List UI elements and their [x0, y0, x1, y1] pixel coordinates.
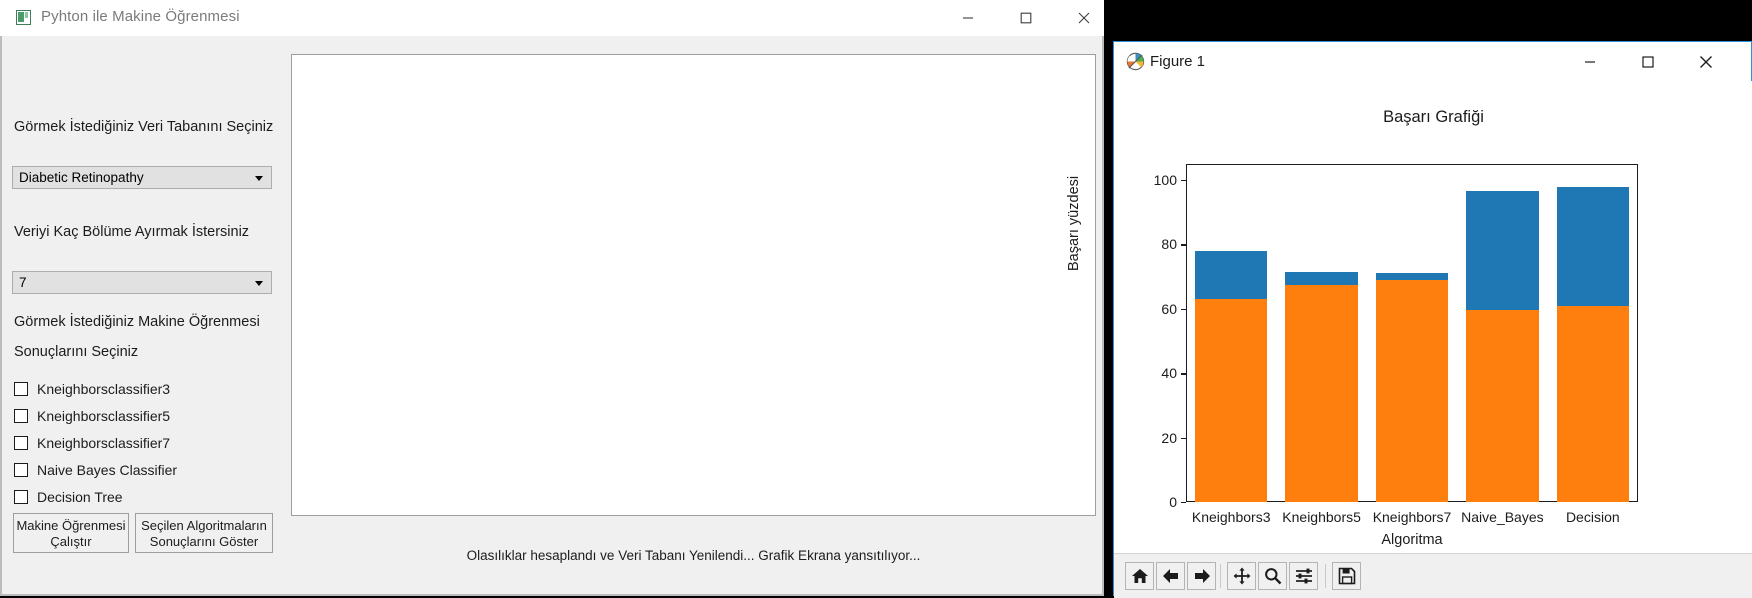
bar-segment-blue: [1466, 191, 1539, 311]
zoom-magnifier-icon[interactable]: [1258, 562, 1287, 590]
figure-maximize-button[interactable]: [1622, 42, 1674, 81]
bar-segment-orange: [1375, 279, 1449, 502]
y-tick-label: 0: [1169, 494, 1177, 510]
x-tick-label: Decision: [1565, 509, 1620, 525]
save-floppy-icon[interactable]: [1332, 562, 1361, 590]
chevron-down-icon: [255, 176, 263, 181]
y-tick-label: 20: [1161, 429, 1177, 446]
y-axis-label: Başarı yüzdesi: [1066, 175, 1082, 271]
bar-Kneighbors5: [1285, 271, 1358, 502]
bar-segment-blue: [1375, 273, 1449, 280]
checkbox-box: [14, 409, 28, 423]
checkbox-box: [14, 436, 28, 450]
bar-Decision: [1556, 186, 1629, 502]
run-button-label-line2: Çalıştır: [50, 534, 92, 549]
bar-segment-orange: [1285, 284, 1358, 502]
figure-close-button[interactable]: [1680, 42, 1732, 81]
status-message: Olasılıklar hesaplandı ve Veri Tabanı Ye…: [466, 548, 921, 563]
configure-sliders-icon[interactable]: [1289, 562, 1318, 590]
bar-segment-orange: [1556, 305, 1629, 502]
figure-titlebar: Figure 1: [1114, 42, 1751, 81]
figure-window-title: Figure 1: [1150, 53, 1206, 70]
run-button-label-line1: Makine Öğrenmesi: [16, 518, 126, 533]
y-tick-mark: [1181, 502, 1186, 504]
x-axis-label: Algoritma: [1381, 532, 1443, 548]
x-tick-label: Kneighbors5: [1282, 509, 1361, 525]
database-select[interactable]: Diabetic Retinopathy: [12, 166, 272, 189]
chart-title: Başarı Grafiği: [1383, 108, 1484, 126]
bar-segment-blue: [1285, 271, 1358, 285]
toolbar-separator: [1220, 564, 1221, 588]
bar-segment-orange: [1195, 299, 1268, 502]
y-tick-label: 60: [1161, 300, 1177, 317]
y-tick-mark: [1181, 308, 1186, 311]
x-tick-label: Kneighbors7: [1372, 509, 1452, 525]
main-application-window: Pyhton ile Makine Öğrenmesi Görmek İsted…: [0, 0, 1104, 596]
checkbox-label: Kneighborsclassifier3: [37, 381, 171, 397]
figure-canvas[interactable]: Başarı Grafiği 0 20 40 60 80 100 Kneighbors3 K…: [1066, 81, 1752, 553]
figure-minimize-button[interactable]: [1564, 42, 1616, 81]
bar-segment-orange: [1466, 310, 1539, 502]
checkbox-box: [14, 463, 28, 477]
figure-window: Figure 1 Başarı Grafiği 0 20 40 60 80 100 Kne…: [1066, 41, 1752, 598]
forward-arrow-icon[interactable]: [1187, 562, 1216, 590]
close-button[interactable]: [1061, 0, 1107, 36]
bar-segment-blue: [1195, 250, 1268, 300]
toolbar-separator: [1325, 564, 1326, 588]
x-tick-label: Kneighbors3: [1191, 509, 1271, 525]
split-label: Veriyi Kaç Bölüme Ayırmak İstersiniz: [14, 224, 250, 240]
database-label: Görmek İstediğiniz Veri Tabanını Seçiniz: [14, 119, 274, 135]
figure-toolbar: [1114, 553, 1752, 598]
chart-bars-layer: [1186, 164, 1638, 502]
split-select-value: 7: [19, 275, 27, 290]
checkbox-box: [14, 490, 28, 504]
checkbox-label: Kneighborsclassifier7: [37, 435, 171, 451]
split-select[interactable]: 7: [12, 271, 272, 294]
bar-Kneighbors3: [1195, 250, 1268, 502]
database-select-value: Diabetic Retinopathy: [19, 170, 144, 185]
controls-panel: Görmek İstediğiniz Veri Tabanını Seçiniz…: [0, 36, 284, 596]
checkbox-label: Naive Bayes Classifier: [37, 462, 178, 478]
x-tick-label: Naive_Bayes: [1461, 509, 1544, 525]
checkbox-label: Decision Tree: [37, 489, 123, 505]
chevron-down-icon: [255, 281, 263, 286]
show-button-label-line2: Sonuçlarını Göster: [149, 534, 259, 549]
home-icon[interactable]: [1125, 562, 1154, 590]
y-tick-mark: [1181, 180, 1186, 182]
output-canvas: [291, 54, 1096, 516]
show-results-button[interactable]: Seçilen Algoritmaların Sonuçlarını Göste…: [135, 513, 273, 553]
matplotlib-icon: [1126, 52, 1145, 71]
pan-move-icon[interactable]: [1227, 562, 1256, 590]
checkbox-box: [14, 382, 28, 396]
y-tick-mark: [1181, 244, 1186, 246]
bar-Naive_Bayes: [1466, 191, 1539, 502]
checkbox-label: Kneighborsclassifier5: [37, 408, 171, 424]
y-tick-mark: [1181, 373, 1186, 375]
bar-segment-blue: [1556, 186, 1629, 306]
show-button-label-line1: Seçilen Algoritmaların: [141, 518, 267, 533]
algorithms-label-line1: Görmek İstediğiniz Makine Öğrenmesi: [14, 314, 260, 330]
main-window-title: Pyhton ile Makine Öğrenmesi: [41, 8, 240, 25]
main-titlebar: Pyhton ile Makine Öğrenmesi: [0, 0, 1104, 37]
y-tick-label: 80: [1161, 236, 1177, 253]
app-icon: [16, 10, 31, 25]
minimize-button[interactable]: [945, 0, 991, 36]
y-tick-label: 100: [1153, 172, 1177, 189]
bar-Kneighbors7: [1375, 273, 1449, 502]
run-machine-learning-button[interactable]: Makine Öğrenmesi Çalıştır: [13, 513, 129, 553]
y-tick-mark: [1181, 437, 1186, 439]
y-tick-label: 40: [1161, 365, 1177, 382]
algorithms-label-line2: Sonuçlarını Seçiniz: [14, 344, 139, 360]
maximize-button[interactable]: [1003, 0, 1049, 36]
back-arrow-icon[interactable]: [1156, 562, 1185, 590]
